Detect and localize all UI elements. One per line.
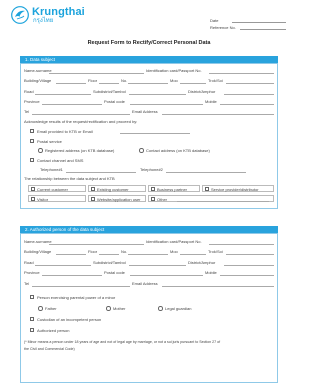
rel-current-checkbox[interactable] <box>31 187 35 192</box>
minor-note-line1: (* Minor means a person under 18 years o… <box>24 340 221 344</box>
sms-option-label: Contact channel and SMS <box>37 157 84 163</box>
s2-road-input[interactable] <box>35 264 91 266</box>
floor-input[interactable] <box>99 82 119 84</box>
email-checkbox[interactable] <box>30 129 34 133</box>
section2-box <box>20 233 278 383</box>
s2-trok-input[interactable] <box>226 253 274 255</box>
subdistrict-input[interactable] <box>129 93 186 95</box>
tel-input[interactable] <box>32 113 130 115</box>
brand-name-thai: กรุงไทย <box>33 18 54 24</box>
province-input[interactable] <box>42 103 102 105</box>
moo-input[interactable] <box>180 82 206 84</box>
row-contact: Tel Email Address <box>24 109 274 115</box>
rel-visitor-checkbox[interactable] <box>31 197 35 202</box>
contact-address-radio[interactable] <box>139 148 144 153</box>
rel-other-checkbox[interactable] <box>151 197 155 202</box>
row-address2: Road Subdistrict/Tambol District/Amphur <box>24 89 274 95</box>
s2-email-input[interactable] <box>162 285 274 287</box>
rel-current-customer[interactable]: Current customer <box>28 185 86 192</box>
reference-label: Reference No. <box>210 25 236 30</box>
row-name-id: Name-surname Identification card/Passpor… <box>24 68 274 74</box>
rel-service-checkbox[interactable] <box>205 187 209 192</box>
postal-checkbox[interactable] <box>30 139 34 143</box>
s2-row-address2: Road Subdistrict/Tambol District/Amphur <box>24 260 274 266</box>
s2-subdistrict-input[interactable] <box>129 264 186 266</box>
telephone1-input[interactable] <box>66 171 136 173</box>
mobile-input[interactable] <box>220 103 274 105</box>
sms-checkbox[interactable] <box>30 158 34 162</box>
krungthai-logo: Krungthai กรุงไทย <box>11 5 85 27</box>
legal-guardian-radio[interactable] <box>158 306 163 311</box>
id-input[interactable] <box>209 72 274 74</box>
rel-business-checkbox[interactable] <box>151 187 155 192</box>
s2-row-address3: Province Postal code Mobile <box>24 270 274 276</box>
no-input[interactable] <box>128 82 168 84</box>
email-input[interactable] <box>162 113 274 115</box>
s2-moo-input[interactable] <box>180 253 206 255</box>
telephone2-input[interactable] <box>166 171 246 173</box>
road-input[interactable] <box>35 93 91 95</box>
registered-address-radio[interactable] <box>38 148 43 153</box>
rel-existing-checkbox[interactable] <box>91 187 95 192</box>
section1-header: 1. Data subject <box>20 56 278 63</box>
s2-district-input[interactable] <box>224 264 274 266</box>
ack-label: Acknowledge results of the request/recti… <box>24 119 138 124</box>
s2-row-name-id: Name-surname Identification card/Passpor… <box>24 239 274 245</box>
rel-website-checkbox[interactable] <box>91 197 95 202</box>
legal-guardian-label: Legal guardian <box>165 305 192 311</box>
minor-note-line2: the Civil and Commercial Code) <box>24 347 75 351</box>
postal-input[interactable] <box>130 103 203 105</box>
section2-header: 2. Authorized person of the data subject <box>20 226 278 233</box>
district-input[interactable] <box>224 93 274 95</box>
authorized-person-label: Authorized person <box>37 327 70 333</box>
rel-service-provider[interactable]: Service provider/distributor <box>202 185 274 192</box>
s2-tel-input[interactable] <box>32 285 130 287</box>
s2-id-input[interactable] <box>209 243 274 245</box>
mother-label: Mother <box>113 305 126 311</box>
s2-province-input[interactable] <box>42 274 102 276</box>
rel-website-user[interactable]: Website/application user <box>88 195 146 202</box>
s2-no-input[interactable] <box>128 253 168 255</box>
row-address3: Province Postal code Mobile <box>24 99 274 105</box>
postal-option-label: Postal service <box>37 138 62 144</box>
telephone2-label: Telephone#2 <box>140 167 163 172</box>
telephone1-label: Telephone#1 <box>40 167 63 172</box>
reference-field[interactable]: Reference No. <box>210 25 286 30</box>
authorized-person-checkbox[interactable] <box>30 328 34 332</box>
custodian-checkbox[interactable] <box>30 317 34 321</box>
custodian-label: Custodian of an incompetent person <box>37 316 102 322</box>
brand-name: Krungthai <box>32 6 85 18</box>
krungthai-bird-icon <box>11 6 29 24</box>
email-option-input[interactable] <box>120 133 190 134</box>
building-input[interactable] <box>56 82 86 84</box>
rel-business-partner[interactable]: Business partner <box>148 185 200 192</box>
s2-floor-input[interactable] <box>99 253 119 255</box>
s2-mobile-input[interactable] <box>220 274 274 276</box>
registered-address-label: Registered address (on KTB database) <box>45 147 115 153</box>
date-label: Date <box>210 18 219 23</box>
name-input[interactable] <box>49 72 144 74</box>
s2-row-address1: Building/Village Floor No. Moo Trok/Soi <box>24 249 274 255</box>
s2-building-input[interactable] <box>56 253 86 255</box>
email-option-label: Email provided to KTB or Email <box>37 128 93 134</box>
rel-other-input[interactable] <box>177 200 269 202</box>
rel-existing-customer[interactable]: Existing customer <box>88 185 146 192</box>
father-radio[interactable] <box>38 306 43 311</box>
parental-power-label: Person exercising parental power of a mi… <box>37 294 116 300</box>
s2-row-contact: Tel Email Address <box>24 281 274 287</box>
rel-other[interactable]: Other <box>148 195 274 202</box>
trok-input[interactable] <box>226 82 274 84</box>
parental-power-checkbox[interactable] <box>30 295 34 299</box>
mother-radio[interactable] <box>106 306 111 311</box>
date-field[interactable]: Date <box>210 18 286 23</box>
rel-visitor[interactable]: Visitor <box>28 195 86 202</box>
row-address1: Building/Village Floor No. Moo Trok/Soi <box>24 78 274 84</box>
form-title: Request Form to Rectify/Correct Personal… <box>87 40 211 46</box>
form-page: Krungthai กรุงไทย Date Reference No. Req… <box>0 0 298 386</box>
contact-address-label: Contact address (on KTB database) <box>146 147 210 153</box>
relationship-label: The relationship between the data subjec… <box>24 176 115 181</box>
father-label: Father <box>45 305 57 311</box>
s2-name-input[interactable] <box>49 243 144 245</box>
s2-postal-input[interactable] <box>130 274 203 276</box>
